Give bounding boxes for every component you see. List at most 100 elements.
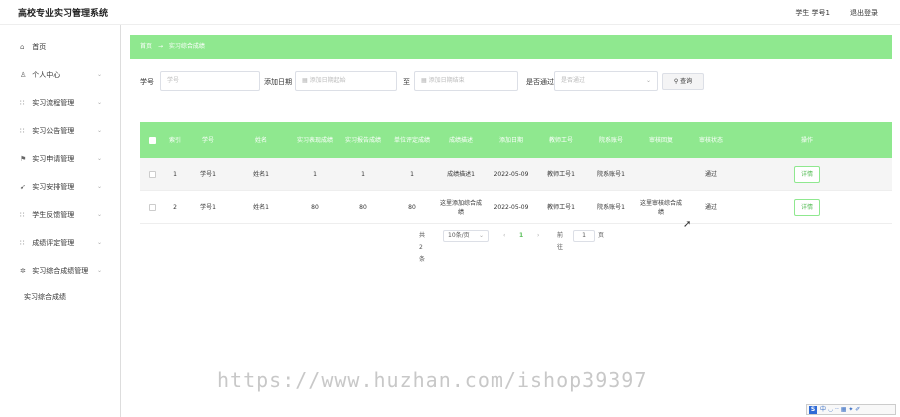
sidebar-item-label: 成绩评定管理	[32, 239, 75, 247]
chevron-down-icon: ⌄	[645, 77, 651, 84]
page-size-select[interactable]: 10条/页 ⌄	[443, 230, 489, 242]
row-checkbox[interactable]	[140, 158, 164, 191]
sidebar-item-process[interactable]: ∷ 实习流程管理 ⌄	[0, 89, 120, 117]
sidebar: ⌂ 首页 ♙ 个人中心 ⌄ ∷ 实习流程管理 ⌄ ∷ 实习公告管理 ⌄ ⚑ 实习…	[0, 25, 121, 417]
grid-icon: ∷	[20, 239, 25, 247]
sidebar-item-label: 实习综合成绩管理	[32, 267, 89, 275]
date-start-input[interactable]: ▦ 添加日期起始	[295, 71, 397, 91]
chevron-down-icon: ⌄	[96, 155, 102, 162]
score-table: 索引 学号 姓名 实习表现成绩 实习报告成绩 单位评定成绩 成绩描述 添加日期 …	[140, 122, 892, 224]
sidebar-item-label: 学生反馈管理	[32, 211, 75, 219]
chevron-down-icon: ⌄	[96, 239, 102, 246]
prev-page-button[interactable]: ‹	[503, 230, 505, 242]
cell-perf: 80	[311, 204, 319, 211]
sidebar-item-feedback[interactable]: ∷ 学生反馈管理 ⌄	[0, 201, 120, 229]
th-status: 审核状态	[698, 136, 723, 144]
cell-reply	[636, 158, 686, 191]
mouse-cursor-icon: ➚	[683, 219, 692, 230]
breadcrumb-current: 实习综合成绩	[168, 43, 205, 50]
th-action: 操作	[800, 136, 813, 144]
sidebar-item-label: 实习安排管理	[32, 183, 75, 191]
chevron-down-icon: ⌄	[96, 267, 102, 274]
grid-icon: ∷	[20, 99, 25, 107]
detail-button[interactable]: 详情	[794, 166, 820, 183]
sidebar-item-notice[interactable]: ∷ 实习公告管理 ⌄	[0, 117, 120, 145]
cell-name: 姓名1	[253, 204, 269, 211]
chevron-down-icon: ⌄	[96, 183, 102, 190]
cell-index: 2	[173, 204, 177, 211]
cell-xuehao: 学号1	[200, 204, 216, 211]
cell-teacher: 教师工号1	[547, 171, 575, 178]
home-icon: ⌂	[20, 43, 25, 51]
cell-action: 详情	[736, 158, 878, 191]
page-1-button[interactable]: 1	[519, 230, 523, 242]
ime-toolbar[interactable]: S中 ◡ ·· ▦ ✦ ✐	[806, 404, 896, 415]
gear-icon: ✲	[20, 267, 26, 275]
submenu-item-composite-score[interactable]: 实习综合成绩	[0, 285, 120, 309]
to-label: 至	[403, 78, 410, 86]
cell-xuehao: 学号1	[200, 171, 216, 178]
cell-desc: 这里添加综合成绩	[439, 199, 482, 216]
xuehao-input[interactable]: 学号	[160, 71, 260, 91]
chevron-down-icon: ⌄	[96, 127, 102, 134]
select-all-checkbox[interactable]	[140, 122, 164, 158]
watermark: https://www.huzhan.com/ishop39397	[217, 368, 648, 392]
th-report: 实习报告成绩	[344, 136, 381, 144]
chevron-down-icon: ⌄	[96, 71, 102, 78]
cell-unit: 1	[410, 171, 414, 178]
cell-dept: 院系账号1	[597, 204, 625, 211]
breadcrumb: 首页 → 实习综合成绩	[130, 35, 892, 59]
cell-date: 2022-05-09	[493, 171, 529, 178]
cell-status: 通过	[704, 171, 717, 178]
pager-total: 共 2 条	[419, 232, 426, 263]
next-page-button[interactable]: ›	[537, 230, 539, 242]
system-title: 高校专业实习管理系统	[18, 9, 109, 19]
th-desc: 成绩描述	[448, 136, 473, 144]
cell-reply: 这里审核综合成绩	[639, 199, 682, 216]
flag-icon: ⚑	[20, 155, 27, 163]
cell-teacher: 教师工号1	[547, 204, 575, 211]
chevron-down-icon: ⌄	[478, 232, 484, 239]
sidebar-item-arrangement[interactable]: ➹ 实习安排管理 ⌄	[0, 173, 120, 201]
chevron-down-icon: ⌄	[96, 211, 102, 218]
grid-icon: ∷	[20, 127, 25, 135]
sidebar-item-application[interactable]: ⚑ 实习申请管理 ⌄	[0, 145, 120, 173]
th-date: 添加日期	[498, 136, 523, 144]
calendar-icon: ▦	[421, 77, 429, 84]
sidebar-item-label: 实习公告管理	[32, 127, 75, 135]
xuehao-label: 学号	[140, 78, 154, 86]
grid-icon: ∷	[20, 211, 25, 219]
passed-label: 是否通过	[526, 78, 554, 86]
cell-action: 详情	[736, 191, 878, 224]
th-index: 索引	[168, 136, 181, 144]
passed-select[interactable]: 是否通过 ⌄	[554, 71, 658, 91]
date-label: 添加日期	[264, 78, 292, 86]
ime-logo-icon: S	[809, 406, 817, 414]
query-button[interactable]: ⚲ 查询	[662, 73, 704, 90]
th-perf: 实习表现成绩	[296, 136, 333, 144]
logout-link[interactable]: 退出登录	[850, 8, 878, 18]
sidebar-item-home[interactable]: ⌂ 首页	[0, 33, 120, 61]
cell-perf: 1	[313, 171, 317, 178]
main-content: 首页 → 实习综合成绩 学号 学号 添加日期 ▦ 添加日期起始 至 ▦ 添加日期…	[122, 25, 900, 417]
th-unit: 单位评定成绩	[393, 136, 430, 144]
send-icon: ➹	[20, 183, 26, 191]
breadcrumb-home[interactable]: 首页	[140, 43, 152, 50]
user-icon: ♙	[20, 71, 27, 79]
sidebar-item-personal-center[interactable]: ♙ 个人中心 ⌄	[0, 61, 120, 89]
row-checkbox[interactable]	[140, 191, 164, 224]
cell-report: 1	[361, 171, 365, 178]
sidebar-item-label: 个人中心	[32, 71, 61, 79]
table-row: 1 学号1 姓名1 1 1 1 成绩描述1 2022-05-09 教师工号1 院…	[140, 158, 892, 191]
current-user: 学生 学号1	[795, 9, 830, 17]
goto-page-input[interactable]: 1	[573, 230, 595, 242]
top-bar: 高校专业实习管理系统 学生 学号1 退出登录	[0, 0, 900, 25]
date-end-input[interactable]: ▦ 添加日期结束	[414, 71, 518, 91]
sidebar-item-grading[interactable]: ∷ 成绩评定管理 ⌄	[0, 229, 120, 257]
calendar-icon: ▦	[302, 77, 310, 84]
search-form: 学号 学号 添加日期 ▦ 添加日期起始 至 ▦ 添加日期结束 是否通过 是否通过…	[130, 71, 892, 93]
sidebar-item-composite-score[interactable]: ✲ 实习综合成绩管理 ⌄	[0, 257, 120, 285]
cell-report: 80	[359, 204, 367, 211]
page-suffix: 页	[598, 232, 605, 239]
detail-button[interactable]: 详情	[794, 199, 820, 216]
